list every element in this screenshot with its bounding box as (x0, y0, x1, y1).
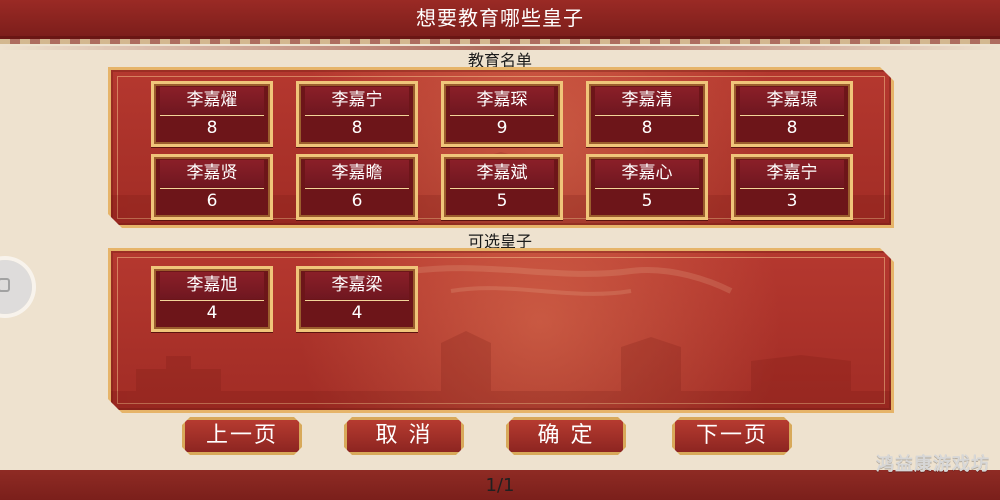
prince-name: 李嘉宁 (305, 87, 409, 114)
prince-name: 李嘉贤 (160, 160, 264, 187)
card-divider (160, 300, 264, 301)
card-divider (305, 115, 409, 116)
confirm-button[interactable]: 确 定 (506, 417, 626, 455)
prince-name: 李嘉斌 (450, 160, 554, 187)
prince-value: 5 (641, 191, 653, 211)
prince-value: 8 (206, 118, 218, 138)
card-divider (740, 188, 844, 189)
prince-name: 李嘉心 (595, 160, 699, 187)
prince-value: 3 (786, 191, 798, 211)
education-card[interactable]: 李嘉瞻 6 (296, 154, 418, 220)
card-divider (595, 188, 699, 189)
card-divider (305, 188, 409, 189)
prince-value: 6 (351, 191, 363, 211)
prince-value: 9 (496, 118, 508, 138)
education-card[interactable]: 李嘉宁 3 (731, 154, 853, 220)
education-card[interactable]: 李嘉贤 6 (151, 154, 273, 220)
lock-icon (0, 278, 10, 292)
card-divider (450, 188, 554, 189)
prince-value: 4 (351, 303, 363, 323)
card-divider (305, 300, 409, 301)
side-handle-button[interactable] (0, 260, 32, 314)
prev-page-button[interactable]: 上一页 (182, 417, 302, 455)
next-page-button[interactable]: 下一页 (672, 417, 792, 455)
prince-name: 李嘉琛 (450, 87, 554, 114)
prince-value: 6 (206, 191, 218, 211)
card-divider (160, 115, 264, 116)
education-card[interactable]: 李嘉宁 8 (296, 81, 418, 147)
prince-name: 李嘉旭 (160, 272, 264, 299)
education-card[interactable]: 李嘉燿 8 (151, 81, 273, 147)
prince-value: 8 (641, 118, 653, 138)
available-card[interactable]: 李嘉梁 4 (296, 266, 418, 332)
prince-name: 李嘉燿 (160, 87, 264, 114)
prince-name: 李嘉宁 (740, 160, 844, 187)
education-card[interactable]: 李嘉心 5 (586, 154, 708, 220)
card-divider (160, 188, 264, 189)
prince-value: 4 (206, 303, 218, 323)
prince-name: 李嘉瞻 (305, 160, 409, 187)
education-card[interactable]: 李嘉琛 9 (441, 81, 563, 147)
available-princes-panel: 李嘉旭 4 李嘉梁 4 (108, 248, 894, 413)
education-card[interactable]: 李嘉清 8 (586, 81, 708, 147)
page-title: 想要教育哪些皇子 (416, 6, 584, 30)
page-indicator: 1/1 (485, 475, 515, 496)
prince-value: 8 (786, 118, 798, 138)
prince-name: 李嘉清 (595, 87, 699, 114)
watermark-text: 鸿益康游戏坊 (876, 454, 990, 475)
prince-name: 李嘉梁 (305, 272, 409, 299)
prince-name: 李嘉璟 (740, 87, 844, 114)
cancel-button[interactable]: 取 消 (344, 417, 464, 455)
education-list-panel: 李嘉燿 8 李嘉宁 8 李嘉琛 9 李嘉清 8 李嘉璟 8 李嘉贤 6 李嘉瞻 … (108, 67, 894, 228)
card-divider (450, 115, 554, 116)
card-divider (595, 115, 699, 116)
card-divider (740, 115, 844, 116)
available-card[interactable]: 李嘉旭 4 (151, 266, 273, 332)
education-card[interactable]: 李嘉璟 8 (731, 81, 853, 147)
prince-value: 5 (496, 191, 508, 211)
prince-value: 8 (351, 118, 363, 138)
education-card[interactable]: 李嘉斌 5 (441, 154, 563, 220)
